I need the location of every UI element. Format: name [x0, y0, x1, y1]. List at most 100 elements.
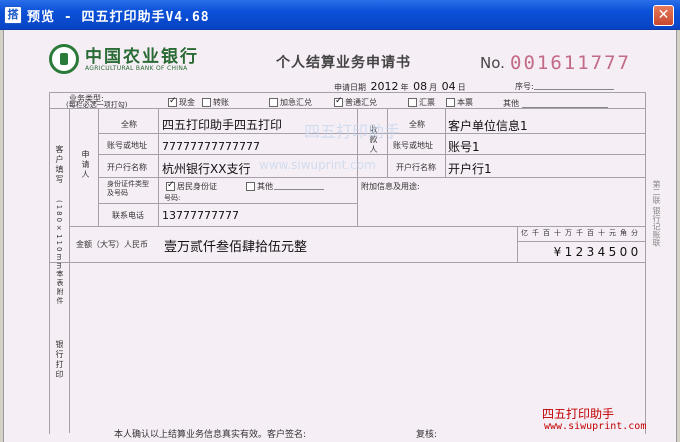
- app-icon: 搭: [4, 6, 22, 24]
- payee-bank-value: 开户行1: [448, 162, 492, 176]
- digit-qian: 2: [575, 245, 584, 259]
- form-number: 001611777: [510, 52, 631, 74]
- bank-name-en: AGRICULTURAL BANK OF CHINA: [85, 65, 188, 72]
- row-line-4: [98, 203, 358, 204]
- business-type-divider: [49, 108, 646, 109]
- date-month-unit: 月: [429, 83, 438, 92]
- table-right-border: [645, 92, 646, 434]
- applicant-id-label: 身份证件类型及号码: [107, 180, 149, 197]
- applicant-phone-value: 13777777777: [162, 209, 239, 222]
- urgent-remit-checkbox[interactable]: [269, 98, 278, 107]
- table-left-border: [49, 92, 50, 434]
- digit-shi: 4: [597, 245, 606, 259]
- id-other-line: [274, 189, 324, 190]
- applicant-account-value: 77777777777777: [162, 140, 260, 153]
- digit-yuan: 5: [608, 245, 617, 259]
- cash-checkbox[interactable]: [168, 96, 177, 107]
- table-top-border: [49, 92, 646, 93]
- bank-name-cn: 中国农业银行: [85, 47, 199, 67]
- id-number-label: 号码:: [164, 194, 181, 202]
- transfer-checkbox[interactable]: [202, 98, 211, 107]
- option-normal-remit[interactable]: 普通汇兑: [334, 96, 377, 108]
- applicant-bank-value: 杭州银行XX支行: [162, 162, 251, 176]
- date-label: 申请日期: [334, 83, 366, 92]
- applicant-label-divider: [158, 108, 159, 226]
- applicant-name-label: 全称: [121, 120, 137, 129]
- form-title: 个人结算业务申请书: [276, 55, 411, 71]
- payee-bank-label: 开户行名称: [396, 163, 436, 172]
- watermark-url: www.siwuprint.com: [259, 158, 376, 172]
- unit-fen: 分: [631, 229, 638, 237]
- unit-wan: 万: [565, 229, 572, 237]
- date-day-unit: 日: [457, 83, 466, 92]
- payee-account-value: 账号1: [448, 140, 480, 154]
- draft-checkbox[interactable]: [408, 98, 417, 107]
- unit-yi: 亿: [521, 229, 528, 237]
- applicant-account-label: 账号或地址: [107, 141, 147, 150]
- window-title-bar[interactable]: 搭 预览 - 四五打印助手V4.68 ✕: [0, 0, 680, 30]
- unit-jiao: 角: [620, 229, 627, 237]
- amount-grid-left: [517, 226, 518, 262]
- date-year-unit: 年: [400, 83, 409, 92]
- close-button[interactable]: ✕: [653, 5, 674, 26]
- id-resident-checkbox[interactable]: [166, 180, 175, 191]
- sequence-line: [534, 89, 614, 90]
- amount-uppercase: 壹万贰仟叁佰肆拾伍元整: [164, 240, 308, 255]
- amount-label: 金额（大写）人民币: [76, 240, 148, 249]
- option-urgent-remit[interactable]: 加急汇兑: [269, 97, 312, 108]
- digit-fen: 0: [630, 245, 639, 259]
- digit-wan: 1: [564, 245, 573, 259]
- bank-print-label: 银行打印: [55, 340, 64, 380]
- applicant-bank-label: 开户行名称: [107, 163, 147, 172]
- bank-logo-icon: [49, 44, 79, 74]
- option-draft[interactable]: 汇票: [408, 97, 435, 108]
- customer-col-divider: [69, 108, 70, 433]
- normal-remit-checkbox[interactable]: [334, 96, 343, 107]
- payee-label-divider: [445, 108, 446, 177]
- digit-bai: 3: [586, 245, 595, 259]
- unit-yuan: 元: [609, 229, 616, 237]
- footer-brand: 四五打印助手: [542, 407, 615, 421]
- amount-header-line: [517, 241, 645, 242]
- applicant-col-divider: [98, 108, 99, 226]
- sequence-label: 序号:: [515, 82, 534, 91]
- size-note: (180×110mm): [55, 200, 63, 276]
- id-other-option[interactable]: 其他: [246, 181, 273, 192]
- other-line: [522, 107, 608, 108]
- unit-qian: 千: [532, 229, 539, 237]
- id-other-checkbox[interactable]: [246, 182, 255, 191]
- option-cash[interactable]: 现金: [168, 96, 195, 108]
- customer-fill-label: 客户填写: [55, 145, 64, 185]
- form-paper: 中国农业银行 AGRICULTURAL BANK OF CHINA 个人结算业务…: [3, 30, 677, 442]
- unit-bai-2: 百: [587, 229, 594, 237]
- watermark-text: 四五打印助手: [304, 122, 401, 141]
- digit-jiao: 0: [619, 245, 628, 259]
- payee-name-label: 全称: [409, 120, 425, 129]
- unit-bai: 百: [543, 229, 550, 237]
- applicant-phone-label: 联系电话: [112, 211, 144, 220]
- row-line-5: [69, 226, 646, 227]
- unit-shi: 十: [554, 229, 561, 237]
- window-title: 预览 - 四五打印助手V4.68: [27, 10, 210, 25]
- copy-side-note: 第二联 银行记账联: [652, 180, 661, 247]
- row-line-3: [98, 177, 645, 178]
- unit-shi-2: 十: [598, 229, 605, 237]
- extra-info-label: 附加信息及用途:: [361, 182, 420, 191]
- form-number-label: No.: [480, 54, 505, 72]
- option-transfer[interactable]: 转账: [202, 97, 229, 108]
- amount-bottom-line: [49, 262, 646, 263]
- form-note: 本表附件: [56, 270, 64, 306]
- applicant-label: 申请人: [81, 150, 90, 180]
- payee-name-value: 客户单位信息1: [448, 119, 528, 133]
- footer-url: www.siwuprint.com: [544, 421, 647, 432]
- applicant-name-value: 四五打印助手四五打印: [162, 118, 283, 132]
- option-other-label: 其他: [503, 99, 519, 108]
- business-type-hint: (每栏必选一项打勾): [66, 101, 128, 109]
- id-resident-option[interactable]: 居民身份证: [166, 180, 217, 192]
- option-promissory[interactable]: 本票: [446, 97, 473, 108]
- unit-qian-2: 千: [576, 229, 583, 237]
- digit-currency: ¥: [553, 245, 562, 259]
- customer-confirm-text: 本人确认以上结算业务信息真实有效。客户签名:: [114, 430, 307, 440]
- promissory-checkbox[interactable]: [446, 98, 455, 107]
- review-label: 复核:: [416, 430, 438, 440]
